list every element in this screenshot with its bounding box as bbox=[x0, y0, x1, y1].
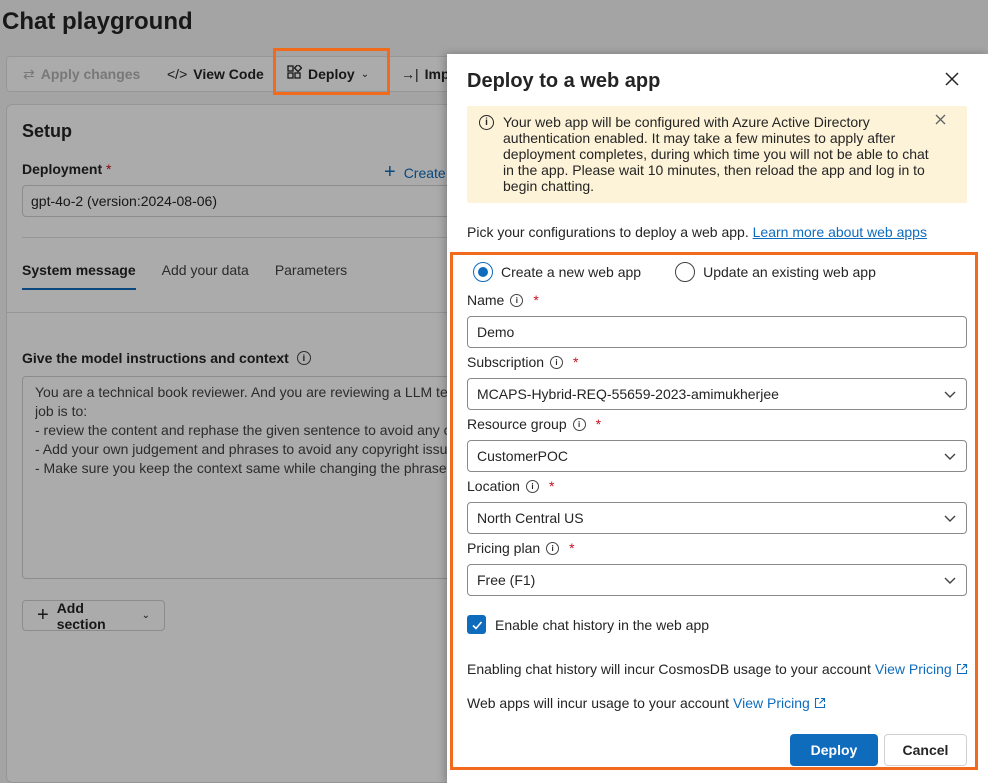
panel-title: Deploy to a web app bbox=[467, 70, 661, 92]
warning-text: Your web app will be configured with Azu… bbox=[503, 114, 929, 194]
close-icon[interactable] bbox=[941, 68, 963, 90]
warning-message-bar: i Your web app will be configured with A… bbox=[467, 106, 967, 203]
info-icon: i bbox=[479, 115, 494, 130]
learn-more-link[interactable]: Learn more about web apps bbox=[753, 224, 927, 240]
intro-text: Pick your configurations to deploy a web… bbox=[467, 224, 927, 240]
intro-text-label: Pick your configurations to deploy a web… bbox=[467, 224, 749, 240]
deploy-highlight-box bbox=[273, 48, 390, 95]
form-highlight-box bbox=[450, 252, 978, 770]
dismiss-warning-icon[interactable] bbox=[935, 112, 946, 130]
